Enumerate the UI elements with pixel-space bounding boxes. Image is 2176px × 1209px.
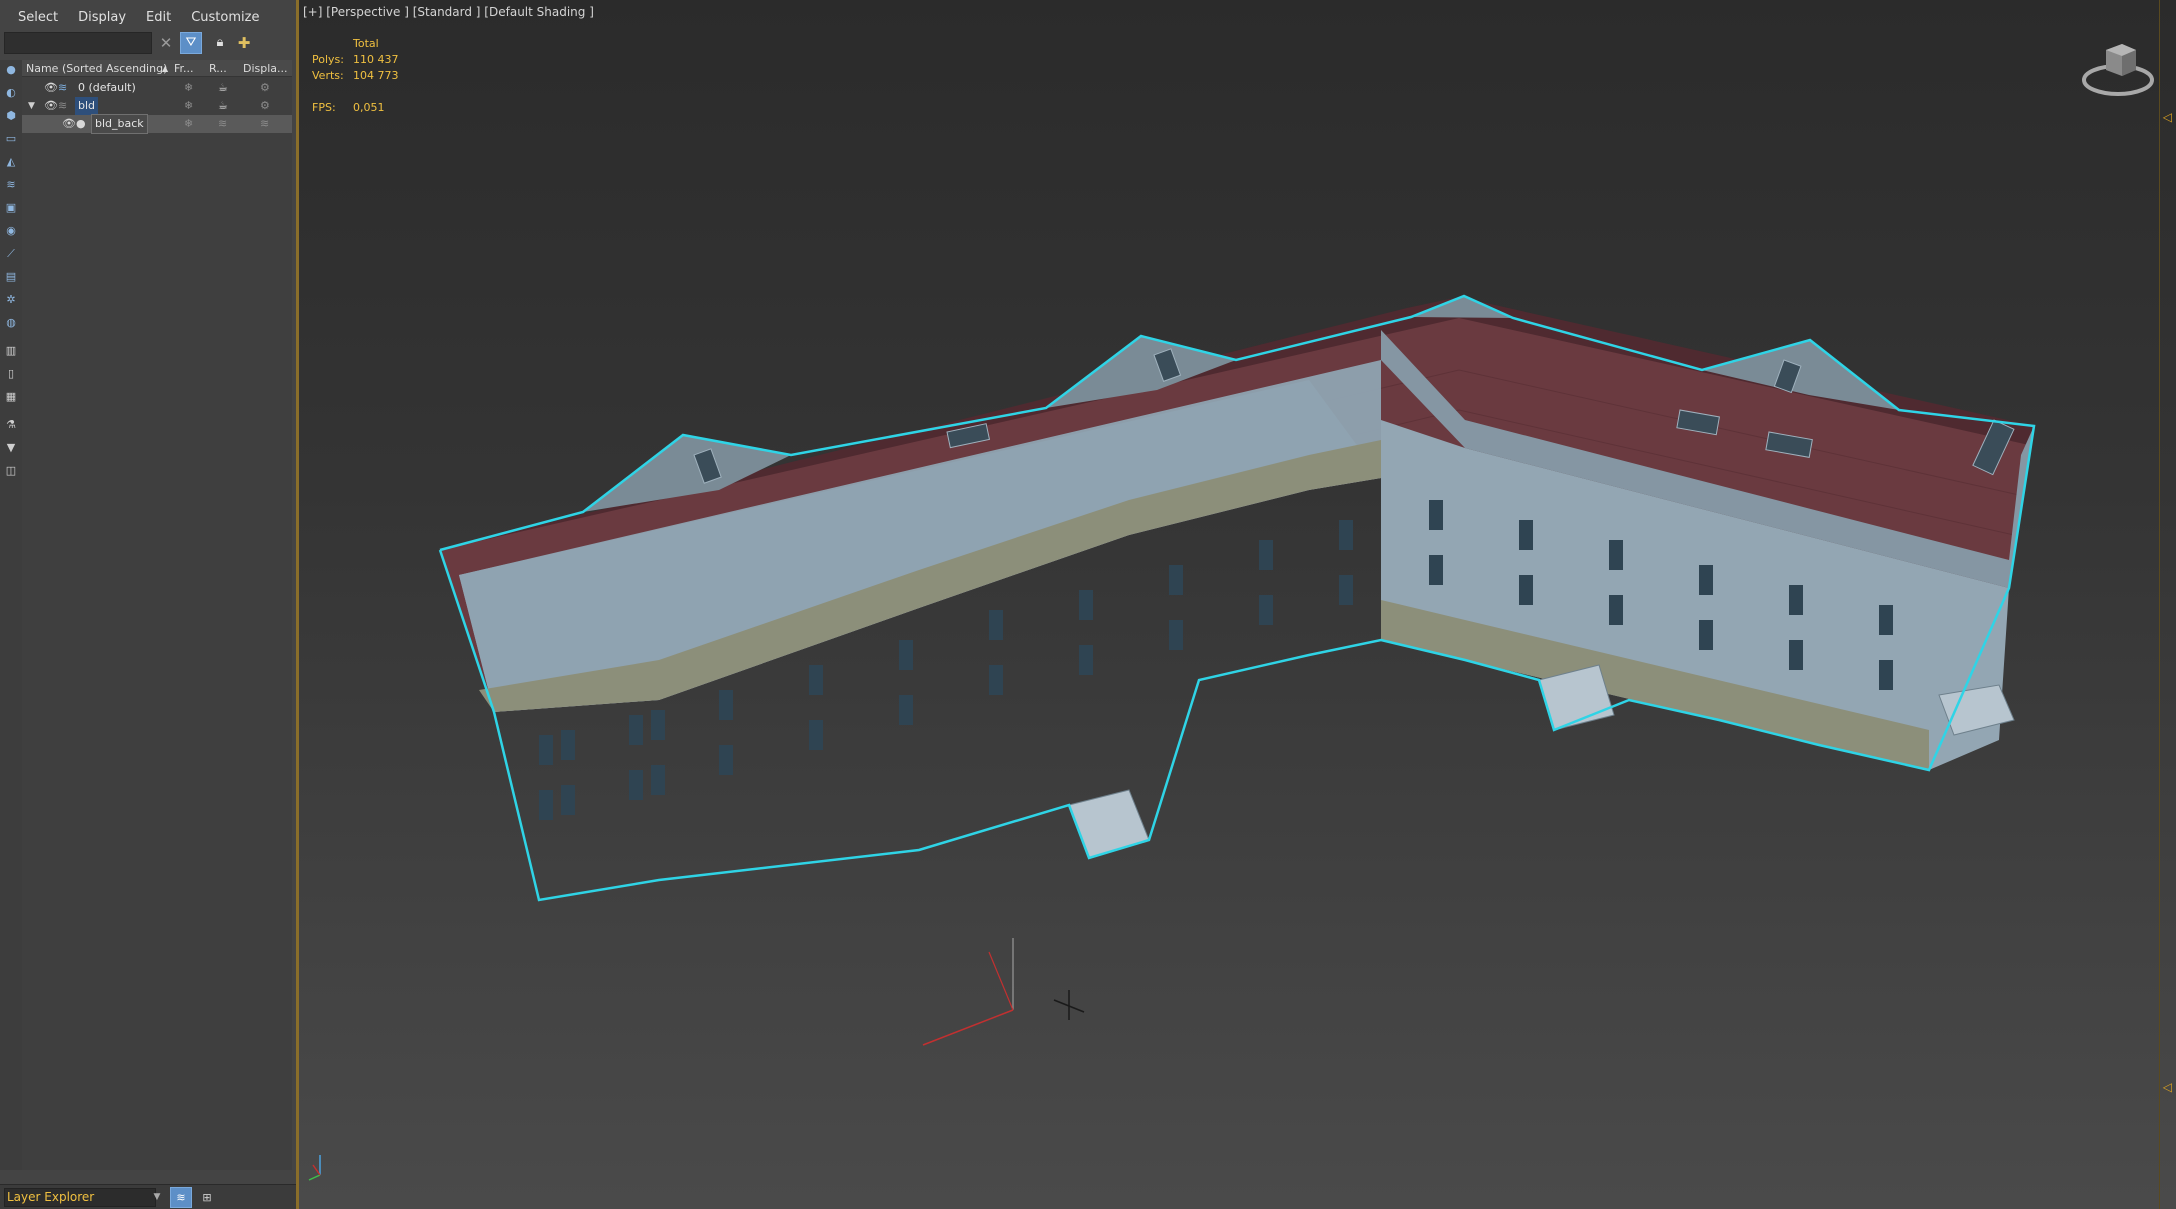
snowflake-icon[interactable]: ❄ bbox=[184, 97, 193, 115]
list-item[interactable]: 👁︎ ● bld_back ❄ ≋ ≋ bbox=[22, 114, 292, 134]
list-item[interactable]: ▼ 👁︎ ≋ bld ❄ ☕︎ ⚙ bbox=[22, 97, 292, 115]
explorer-side-toolbar: ● ◐ ⬢ ▭ ◭ ≋ ▣ ◉ ⟋ ▤ ✲ ◍ ▥ ▯ ▦ ⚗ ▼ ◫ bbox=[0, 60, 22, 1170]
viewport-label[interactable]: [+] [Perspective ] [Standard ] [Default … bbox=[303, 5, 594, 19]
sort-ascending-icon: ▲ bbox=[162, 64, 169, 73]
teapot-icon[interactable]: ☕︎ bbox=[218, 97, 228, 115]
column-name[interactable]: Name (Sorted Ascending) bbox=[26, 60, 167, 77]
space-warps-icon[interactable]: ◉ bbox=[3, 223, 19, 239]
tree-header: Name (Sorted Ascending) ▲ Fr... R... Dis… bbox=[22, 60, 292, 77]
layer-tree: Name (Sorted Ascending) ▲ Fr... R... Dis… bbox=[22, 60, 292, 1170]
menu-edit[interactable]: Edit bbox=[136, 0, 181, 36]
filter-edit-icon[interactable]: ⚗ bbox=[3, 417, 19, 433]
object-name: bld_back bbox=[91, 114, 148, 134]
folder-icon[interactable]: ◫ bbox=[3, 463, 19, 479]
notes-icon[interactable]: ▦ bbox=[3, 389, 19, 405]
display-settings-icon[interactable]: ⚙ bbox=[260, 79, 270, 97]
explorer-toolbar: ✕ ⛛ 🔒︎ ✚ bbox=[0, 32, 296, 56]
containers-icon[interactable]: ◍ bbox=[3, 315, 19, 331]
timeline-marker-icon: ◁ bbox=[2162, 110, 2172, 124]
xrefs-icon[interactable]: ▤ bbox=[3, 269, 19, 285]
shapes-icon[interactable]: ▭ bbox=[3, 131, 19, 147]
layer-name: 0 (default) bbox=[78, 81, 136, 94]
column-frozen[interactable]: Fr... bbox=[174, 60, 194, 77]
layer-name: bld bbox=[75, 97, 99, 115]
cameras-icon[interactable]: ≋ bbox=[3, 177, 19, 193]
bones-icon[interactable]: ✲ bbox=[3, 292, 19, 308]
menu-bar: Select Display Edit Customize bbox=[0, 0, 296, 36]
page-icon[interactable]: ▥ bbox=[3, 343, 19, 359]
stats-total-label: Total bbox=[353, 37, 379, 50]
document-icon[interactable]: ▯ bbox=[3, 366, 19, 382]
helpers-icon[interactable]: ▣ bbox=[3, 200, 19, 216]
column-display[interactable]: Displa... bbox=[243, 60, 288, 77]
close-icon[interactable]: ✕ bbox=[156, 33, 176, 53]
snowflake-icon[interactable]: ❄ bbox=[184, 115, 193, 133]
viewport-border bbox=[2159, 0, 2160, 1209]
layer-stack-icon[interactable]: ≋ bbox=[260, 115, 269, 133]
chevron-down-icon[interactable]: ▼ bbox=[150, 1188, 164, 1207]
eye-icon[interactable]: 👁︎ bbox=[44, 79, 58, 97]
lock-icon[interactable]: 🔒︎ bbox=[210, 32, 230, 54]
menu-customize[interactable]: Customize bbox=[181, 0, 269, 36]
stats-verts-label: Verts: bbox=[312, 69, 344, 82]
scene-explorer-panel: Select Display Edit Customize ✕ ⛛ 🔒︎ ✚ ●… bbox=[0, 0, 296, 1209]
menu-display[interactable]: Display bbox=[68, 0, 136, 36]
geometry-icon[interactable]: ⬢ bbox=[3, 108, 19, 124]
column-render[interactable]: R... bbox=[209, 60, 227, 77]
display-settings-icon[interactable]: ⚙ bbox=[260, 97, 270, 115]
explorer-type-select[interactable]: Layer Explorer bbox=[4, 1188, 156, 1207]
object-icon: ● bbox=[76, 117, 86, 130]
lights-icon[interactable]: ◭ bbox=[3, 154, 19, 170]
display-all-icon[interactable]: ◐ bbox=[3, 85, 19, 101]
search-input[interactable] bbox=[4, 32, 152, 54]
menu-select[interactable]: Select bbox=[8, 0, 68, 36]
teapot-icon[interactable]: ☕︎ bbox=[218, 79, 228, 97]
stats-polys-label: Polys: bbox=[312, 53, 344, 66]
list-item[interactable]: 👁︎ ≋ 0 (default) ❄ ☕︎ ⚙ bbox=[22, 79, 292, 97]
filter-icon[interactable]: ⛛ bbox=[180, 32, 202, 54]
snowflake-icon[interactable]: ❄ bbox=[184, 79, 193, 97]
stats-verts-value: 104 773 bbox=[353, 69, 399, 82]
layer-stack-icon[interactable]: ≋ bbox=[218, 115, 227, 133]
groups-icon[interactable]: ⟋ bbox=[3, 246, 19, 262]
timeline-marker-icon: ◁ bbox=[2162, 1080, 2172, 1094]
scene-render bbox=[308, 294, 2036, 1181]
eye-icon[interactable]: 👁︎ bbox=[44, 97, 58, 115]
layer-stack-icon: ≋ bbox=[58, 81, 68, 94]
stats-polys-value: 110 437 bbox=[353, 53, 399, 66]
funnel-icon[interactable]: ▼ bbox=[3, 440, 19, 456]
display-none-icon[interactable]: ● bbox=[3, 62, 19, 78]
eye-icon[interactable]: 👁︎ bbox=[62, 115, 76, 133]
stats-fps-value: 0,051 bbox=[353, 101, 385, 114]
chevron-down-icon[interactable]: ▼ bbox=[28, 97, 35, 115]
stats-fps-label: FPS: bbox=[312, 101, 336, 114]
new-layer-icon[interactable]: ✚ bbox=[234, 32, 254, 54]
layer-stack-icon[interactable]: ≋ bbox=[170, 1187, 192, 1208]
explorer-bottom-bar: Layer Explorer ▼ ≋ ⊞ bbox=[0, 1184, 296, 1209]
hierarchy-icon[interactable]: ⊞ bbox=[196, 1187, 218, 1208]
perspective-viewport[interactable]: [+] [Perspective ] [Standard ] [Default … bbox=[299, 0, 2176, 1209]
layer-stack-icon: ≋ bbox=[58, 99, 68, 112]
viewcube-icon[interactable] bbox=[2078, 30, 2158, 100]
